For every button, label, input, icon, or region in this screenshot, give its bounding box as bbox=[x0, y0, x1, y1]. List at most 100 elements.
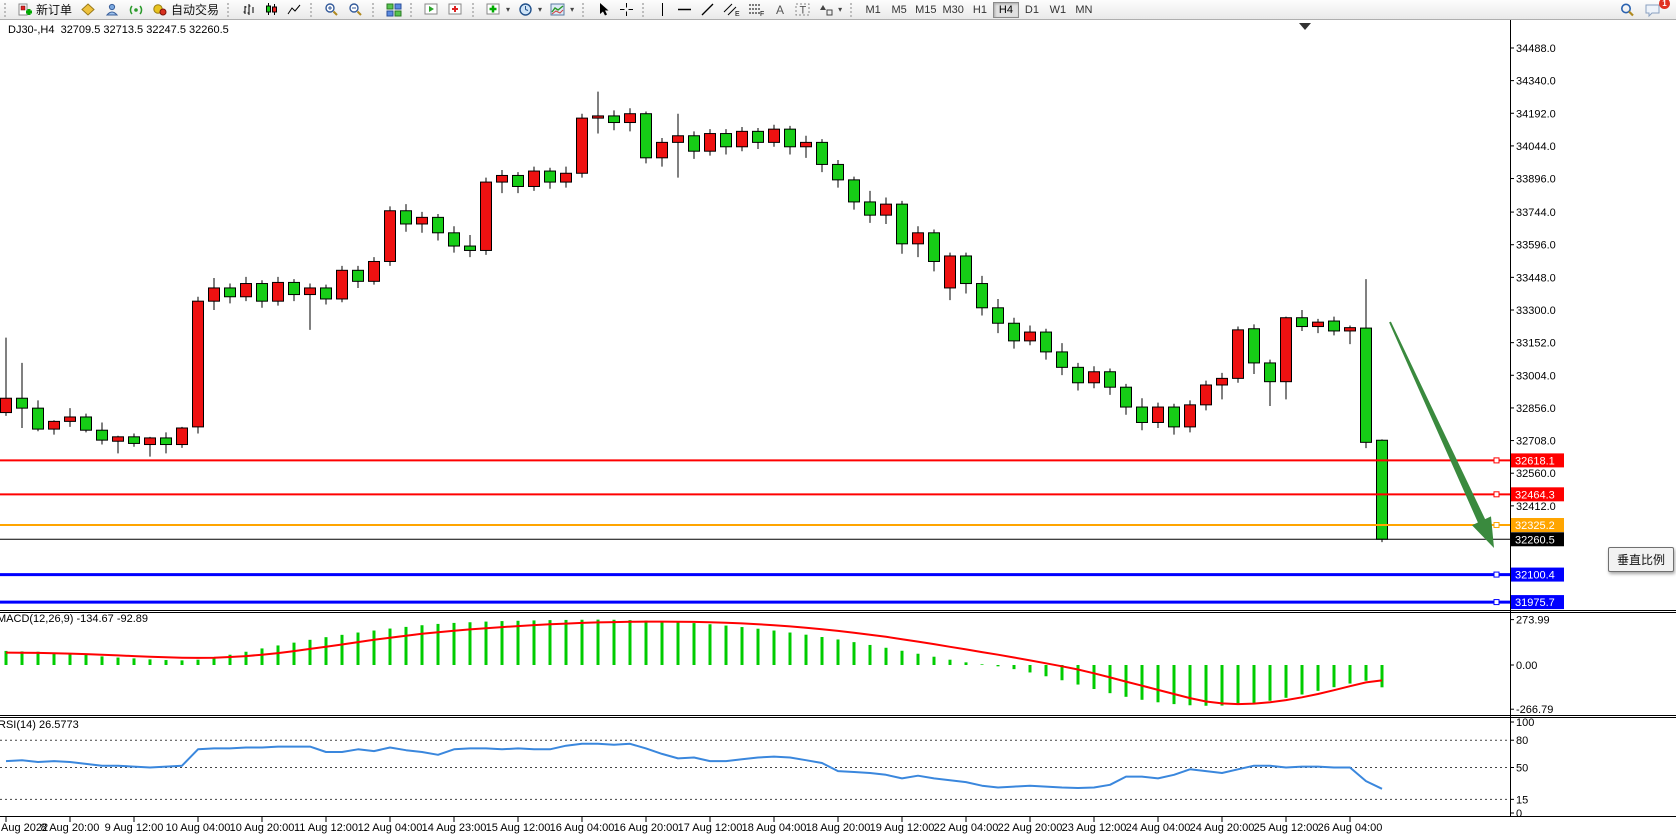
zoom-out-icon bbox=[348, 2, 364, 17]
candle-body bbox=[1041, 332, 1052, 352]
trendline-button[interactable] bbox=[696, 1, 719, 19]
candle-body bbox=[225, 288, 236, 297]
crosshair-icon bbox=[619, 2, 634, 17]
svg-text:A: A bbox=[776, 3, 784, 17]
cursor-button[interactable] bbox=[592, 1, 615, 19]
candlestick-chart-button[interactable] bbox=[260, 1, 283, 19]
candle-body bbox=[305, 288, 316, 295]
trendline-icon bbox=[700, 2, 715, 17]
svg-text:33596.0: 33596.0 bbox=[1516, 240, 1556, 252]
vertical-line-button[interactable] bbox=[652, 1, 673, 19]
new-order-button[interactable]: 新订单 bbox=[14, 1, 76, 19]
candle-body bbox=[833, 164, 844, 179]
svg-text:15: 15 bbox=[1516, 794, 1528, 806]
indicators-button[interactable]: ▾ bbox=[482, 1, 514, 19]
candle-body bbox=[161, 438, 172, 445]
channel-button[interactable]: E bbox=[719, 1, 744, 19]
candle-body bbox=[1, 398, 12, 412]
search-button[interactable] bbox=[1615, 1, 1640, 19]
text-button[interactable]: A bbox=[769, 1, 791, 19]
autotrading-button[interactable]: 自动交易 bbox=[148, 1, 223, 19]
candle-body bbox=[481, 182, 492, 250]
chart-plus-icon bbox=[448, 2, 464, 17]
svg-text:33448.0: 33448.0 bbox=[1516, 272, 1556, 284]
line-handle[interactable] bbox=[1494, 492, 1499, 497]
svg-text:F: F bbox=[760, 11, 764, 17]
candle-body bbox=[1089, 372, 1100, 383]
svg-text:24 Aug 04:00: 24 Aug 04:00 bbox=[1126, 822, 1191, 834]
tile-windows-button[interactable] bbox=[382, 1, 406, 19]
timeframe-button-D1[interactable]: D1 bbox=[1019, 2, 1045, 18]
candle-body bbox=[1105, 372, 1116, 387]
candle-body bbox=[129, 437, 140, 444]
bar-chart-button[interactable] bbox=[237, 1, 260, 19]
svg-text:25 Aug 12:00: 25 Aug 12:00 bbox=[1254, 822, 1319, 834]
clock-icon bbox=[518, 2, 534, 17]
svg-text:16 Aug 04:00: 16 Aug 04:00 bbox=[550, 822, 615, 834]
line-handle[interactable] bbox=[1494, 458, 1499, 463]
horizontal-line-button[interactable] bbox=[673, 1, 696, 19]
timeframe-button-H1[interactable]: H1 bbox=[967, 2, 993, 18]
price-label-badge: 32260.5 bbox=[1511, 532, 1564, 546]
profiles-button[interactable] bbox=[444, 1, 468, 19]
chart-canvas[interactable]: 34488.034340.034192.034044.033896.033744… bbox=[0, 20, 1676, 837]
candle-body bbox=[1345, 328, 1356, 331]
candle-body bbox=[1025, 332, 1036, 341]
timeframe-button-H4[interactable]: H4 bbox=[993, 2, 1019, 18]
timeframe-button-M1[interactable]: M1 bbox=[860, 2, 886, 18]
candle-body bbox=[641, 114, 652, 158]
candle-body bbox=[1153, 407, 1164, 422]
chart-play-icon bbox=[424, 2, 440, 17]
vertical-line-icon bbox=[656, 2, 669, 17]
candle-body bbox=[673, 136, 684, 143]
line-handle[interactable] bbox=[1494, 572, 1499, 577]
line-chart-button[interactable] bbox=[283, 1, 306, 19]
signals-button[interactable] bbox=[124, 1, 148, 19]
candle-body bbox=[113, 437, 124, 441]
candle-body bbox=[1217, 378, 1228, 385]
fibonacci-button[interactable]: F bbox=[744, 1, 769, 19]
candle-body bbox=[977, 284, 988, 308]
text-label-button[interactable]: T bbox=[791, 1, 815, 19]
timeframe-button-MN[interactable]: MN bbox=[1071, 2, 1097, 18]
chevron-down-icon: ▾ bbox=[538, 6, 542, 14]
shapes-button[interactable]: ▾ bbox=[815, 1, 846, 19]
periods-button[interactable]: ▾ bbox=[514, 1, 546, 19]
timeframe-button-M30[interactable]: M30 bbox=[940, 2, 967, 18]
candle-body bbox=[321, 288, 332, 299]
crosshair-button[interactable] bbox=[615, 1, 638, 19]
candle-body bbox=[289, 282, 300, 294]
svg-text:33300.0: 33300.0 bbox=[1516, 305, 1556, 317]
candle-body bbox=[1297, 318, 1308, 327]
candle-body bbox=[1009, 323, 1020, 341]
templates-button[interactable]: ▾ bbox=[546, 1, 578, 19]
zoom-in-button[interactable] bbox=[320, 1, 344, 19]
candle-body bbox=[865, 202, 876, 215]
line-handle[interactable] bbox=[1494, 522, 1499, 527]
chevron-down-icon: ▾ bbox=[506, 6, 510, 14]
timeframe-button-M15[interactable]: M15 bbox=[912, 2, 939, 18]
candle-body bbox=[1137, 407, 1148, 422]
candle-body bbox=[625, 114, 636, 123]
candle-body bbox=[881, 204, 892, 215]
timeframe-button-W1[interactable]: W1 bbox=[1045, 2, 1071, 18]
zoom-out-button[interactable] bbox=[344, 1, 368, 19]
timeframe-button-M5[interactable]: M5 bbox=[886, 2, 912, 18]
svg-text:31975.7: 31975.7 bbox=[1515, 597, 1555, 609]
line-handle[interactable] bbox=[1494, 600, 1499, 605]
notifications-button[interactable]: 1 bbox=[1640, 1, 1666, 19]
candle-body bbox=[33, 408, 44, 429]
svg-text:33152.0: 33152.0 bbox=[1516, 338, 1556, 350]
svg-text:33896.0: 33896.0 bbox=[1516, 174, 1556, 186]
new-chart-button[interactable] bbox=[420, 1, 444, 19]
community-button[interactable] bbox=[100, 1, 124, 19]
market-button[interactable] bbox=[76, 1, 100, 19]
toolbar-grip bbox=[850, 3, 856, 17]
bar-chart-icon bbox=[241, 2, 256, 17]
gold-diamond-icon bbox=[80, 2, 96, 17]
svg-text:33744.0: 33744.0 bbox=[1516, 207, 1556, 219]
candle-body bbox=[545, 171, 556, 182]
candle-body bbox=[353, 270, 364, 281]
candle-body bbox=[785, 129, 796, 147]
channel-icon: E bbox=[723, 2, 740, 17]
